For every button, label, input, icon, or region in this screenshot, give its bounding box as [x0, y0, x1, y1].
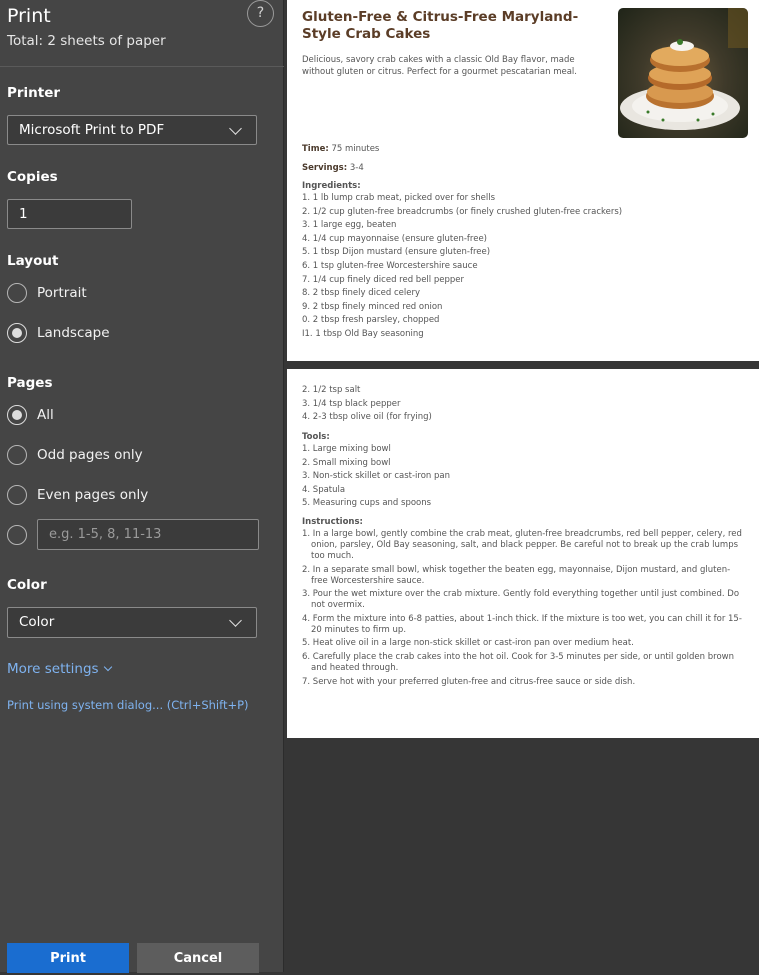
system-dialog-link[interactable]: Print using system dialog... (Ctrl+Shift…	[7, 698, 249, 712]
preview-page-1: Gluten-Free & Citrus-Free Maryland-Style…	[287, 0, 759, 361]
preview-page-2: 2. 1/2 tsp salt 3. 1/4 tsp black pepper …	[287, 369, 759, 738]
printer-label: Printer	[7, 85, 61, 101]
list-item: 4. 2-3 tbsp olive oil (for frying)	[302, 412, 432, 423]
printer-select[interactable]: Microsoft Print to PDF	[7, 115, 257, 145]
list-item: 8. 2 tbsp finely diced celery	[302, 288, 421, 299]
landscape-radio[interactable]	[7, 323, 27, 343]
list-item: 5. 1 tbsp Dijon mustard (ensure gluten-f…	[302, 247, 491, 258]
list-item: I1. 1 tbsp Old Bay seasoning	[302, 328, 424, 339]
copies-label: Copies	[7, 169, 58, 185]
all-pages-label[interactable]: All	[37, 407, 54, 423]
list-item: 6. 1 tsp gluten-free Worcestershire sauc…	[302, 260, 478, 271]
recipe-description: Delicious, savory crab cakes with a clas…	[302, 55, 577, 77]
more-settings-label: More settings	[7, 661, 99, 677]
tools-heading: Tools:	[302, 432, 330, 442]
time-value: 75 minutes	[331, 144, 380, 154]
servings-value: 3-4	[349, 163, 364, 173]
all-pages-radio[interactable]	[7, 405, 27, 425]
list-item: 2. In a separate small bowl, whisk toget…	[302, 564, 731, 586]
copies-input[interactable]: 1	[7, 199, 132, 229]
chevron-down-icon	[229, 614, 242, 627]
list-item: 4. 1/4 cup mayonnaise (ensure gluten-fre…	[302, 233, 487, 244]
list-item: 2. 1/2 cup gluten-free breadcrumbs (or f…	[302, 206, 623, 217]
chevron-down-icon	[103, 662, 112, 672]
servings-label: Servings:	[302, 163, 348, 173]
list-item: 3. 1 large egg, beaten	[302, 220, 397, 231]
tools-list: 1. Large mixing bowl 2. Small mixing bow…	[302, 443, 747, 511]
recipe-title: Gluten-Free & Citrus-Free Maryland-Style…	[302, 9, 579, 42]
print-button[interactable]: Print	[7, 943, 129, 973]
list-item: 1. 1 lb lump crab meat, picked over for …	[302, 193, 496, 203]
instructions-list: 1. In a large bowl, gently combine the c…	[302, 529, 744, 690]
odd-pages-label[interactable]: Odd pages only	[37, 447, 143, 463]
ingredients-heading: Ingredients:	[302, 181, 361, 191]
color-select-value: Color	[19, 614, 55, 630]
custom-pages-placeholder: e.g. 1-5, 8, 11-13	[49, 527, 162, 542]
list-item: 3. 1/4 tsp black pepper	[302, 398, 401, 409]
even-pages-radio[interactable]	[7, 485, 27, 505]
landscape-label[interactable]: Landscape	[37, 325, 110, 341]
list-item: 7. 1/4 cup finely diced red bell pepper	[302, 274, 464, 285]
divider	[0, 66, 284, 67]
custom-pages-radio[interactable]	[7, 525, 27, 545]
printer-select-value: Microsoft Print to PDF	[19, 122, 165, 138]
layout-label: Layout	[7, 253, 59, 269]
portrait-label[interactable]: Portrait	[37, 285, 87, 301]
list-item: 4. Spatula	[302, 484, 346, 495]
list-item: 1. In a large bowl, gently combine the c…	[302, 529, 742, 561]
list-item: 3. Non-stick skillet or cast-iron pan	[302, 471, 451, 482]
dialog-title: Print	[7, 5, 51, 27]
list-item: 4. Form the mixture into 6-8 patties, ab…	[302, 613, 742, 635]
cancel-button[interactable]: Cancel	[137, 943, 259, 973]
list-item: 1. Large mixing bowl	[302, 444, 391, 454]
list-item: 7. Serve hot with your preferred gluten-…	[302, 676, 636, 687]
list-item: 2. Small mixing bowl	[302, 457, 391, 468]
time-line: Time: 75 minutes	[302, 144, 379, 154]
color-select[interactable]: Color	[7, 607, 257, 638]
ingredients-list-page2: 2. 1/2 tsp salt 3. 1/4 tsp black pepper …	[302, 384, 747, 425]
list-item: 3. Pour the wet mixture over the crab mi…	[302, 589, 740, 611]
list-item: 0. 2 tbsp fresh parsley, chopped	[302, 315, 440, 326]
list-item: 5. Heat olive oil in a large non-stick s…	[302, 638, 634, 649]
servings-line: Servings: 3-4	[302, 163, 364, 173]
portrait-radio[interactable]	[7, 283, 27, 303]
sheet-count: Total: 2 sheets of paper	[7, 33, 166, 49]
odd-pages-radio[interactable]	[7, 445, 27, 465]
custom-pages-input[interactable]: e.g. 1-5, 8, 11-13	[37, 519, 259, 550]
crab-cakes-image	[620, 8, 748, 130]
color-label: Color	[7, 577, 47, 593]
print-settings-panel: Print Total: 2 sheets of paper ? Printer…	[0, 0, 284, 973]
list-item: 2. 1/2 tsp salt	[302, 385, 361, 395]
even-pages-label[interactable]: Even pages only	[37, 487, 148, 503]
time-label: Time:	[302, 144, 329, 154]
list-item: 5. Measuring cups and spoons	[302, 498, 432, 509]
more-settings-link[interactable]: More settings	[7, 661, 112, 677]
help-icon[interactable]: ?	[247, 0, 274, 27]
ingredients-list-page1: 1. 1 lb lump crab meat, picked over for …	[302, 192, 747, 342]
pages-label: Pages	[7, 375, 53, 391]
crab-cakes-photo	[618, 8, 748, 138]
instructions-heading: Instructions:	[302, 517, 363, 527]
copies-input-value: 1	[19, 206, 28, 222]
list-item: 6. Carefully place the crab cakes into t…	[302, 651, 734, 673]
chevron-down-icon	[229, 122, 242, 135]
list-item: 9. 2 tbsp finely minced red onion	[302, 301, 443, 312]
